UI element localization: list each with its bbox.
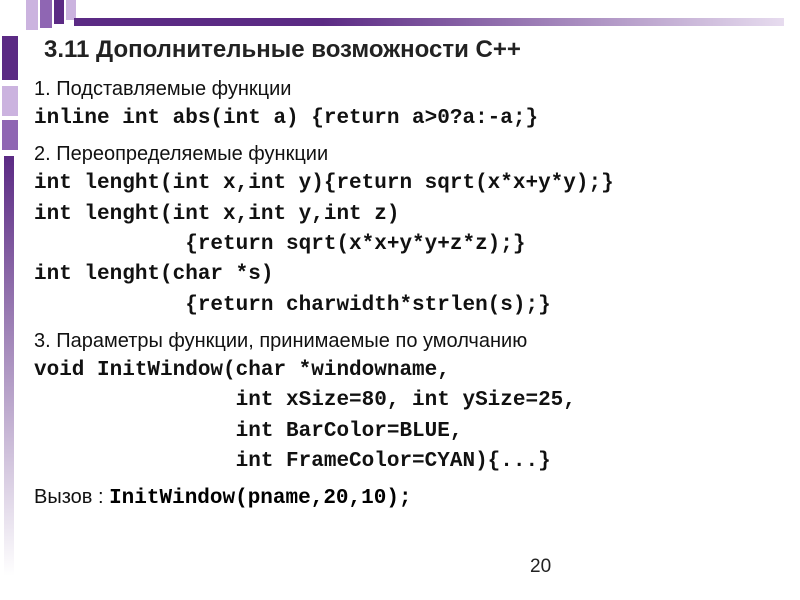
section1-heading: 1. Подставляемые функции (34, 78, 780, 101)
section2-code-line5: {return charwidth*strlen(s);} (34, 292, 780, 320)
section3-code-line4: int FrameColor=CYAN){...} (34, 448, 780, 476)
section3-code-line2: int xSize=80, int ySize=25, (34, 387, 780, 415)
section3-code-line1: void InitWindow(char *windowname, (34, 357, 780, 385)
call-code: InitWindow(pname,20,10); (109, 487, 411, 510)
section2-code-line3: {return sqrt(x*x+y*y+z*z);} (34, 231, 780, 259)
slide-title: 3.11 Дополнительные возможности С++ (44, 36, 780, 64)
section3-heading: 3. Параметры функции, принимаемые по умо… (34, 330, 780, 353)
call-label: Вызов : (34, 486, 109, 508)
section3-code-line3: int BarColor=BLUE, (34, 418, 780, 446)
section1-code: inline int abs(int a) {return a>0?a:-a;} (34, 105, 780, 133)
slide-content: 3.11 Дополнительные возможности С++ 1. П… (30, 30, 780, 510)
slide-left-decoration (0, 36, 20, 596)
section2-code-line2: int lenght(int x,int y,int z) (34, 201, 780, 229)
call-example: Вызов : InitWindow(pname,20,10); (34, 486, 780, 510)
section2-heading: 2. Переопределяемые функции (34, 143, 780, 166)
section2-code-line1: int lenght(int x,int y){return sqrt(x*x+… (34, 170, 780, 198)
page-number: 20 (530, 556, 551, 578)
section2-code-line4: int lenght(char *s) (34, 261, 780, 289)
